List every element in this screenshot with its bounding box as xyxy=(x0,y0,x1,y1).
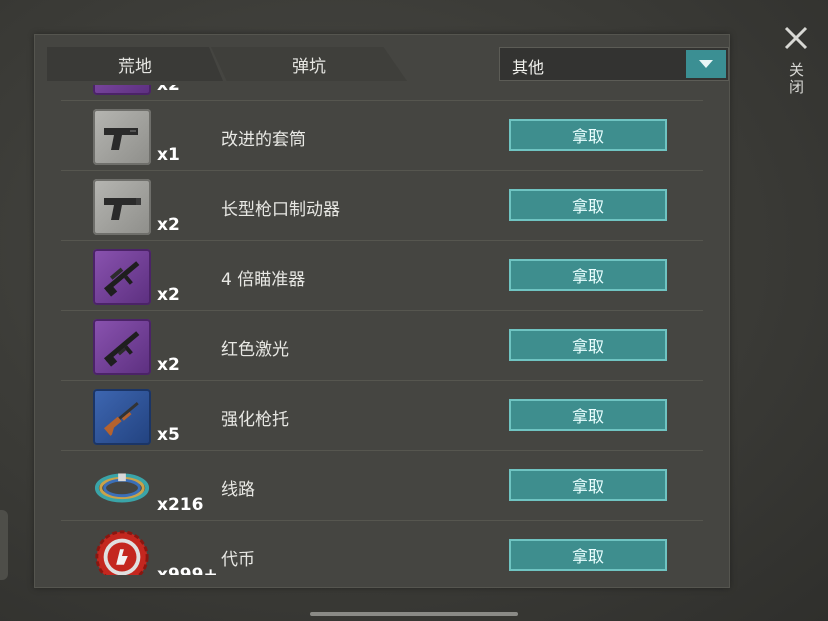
item-thumbnail xyxy=(93,249,151,305)
edge-handle xyxy=(0,510,8,580)
rifle-scope-icon xyxy=(103,261,140,297)
close-icon[interactable] xyxy=(782,24,810,52)
wire-coil-icon xyxy=(94,473,150,503)
list-item: x999+ 代币 拿取 xyxy=(61,521,703,575)
item-name: 长型枪口制动器 xyxy=(221,200,340,220)
item-quantity: x2 xyxy=(157,285,180,305)
list-item: x5 强化枪托 拿取 xyxy=(61,381,703,451)
take-button[interactable]: 拿取 xyxy=(509,399,667,431)
red-laser-rifle-icon xyxy=(103,331,140,367)
list-item: x2 长型枪口制动器 拿取 xyxy=(61,171,703,241)
item-quantity: x2 xyxy=(157,215,180,235)
bottle-cap-token-icon xyxy=(95,530,149,575)
list-item: x2 红色激光 拿取 xyxy=(61,311,703,381)
take-button[interactable]: 拿取 xyxy=(509,329,667,361)
item-quantity: x2 xyxy=(157,355,180,375)
item-name: 线路 xyxy=(221,480,255,500)
item-thumbnail xyxy=(93,179,151,235)
take-button[interactable]: 拿取 xyxy=(509,189,667,221)
category-dropdown[interactable]: 其他 xyxy=(499,47,729,81)
list-item: x2 xyxy=(61,85,703,101)
take-button[interactable]: 拿取 xyxy=(509,119,667,151)
pistol-muzzle-brake-icon xyxy=(104,198,141,220)
item-name: 改进的套筒 xyxy=(221,130,306,150)
home-indicator xyxy=(310,612,518,616)
item-quantity: x2 xyxy=(157,85,180,95)
take-button[interactable]: 拿取 xyxy=(509,259,667,291)
tab-wasteland[interactable]: 荒地 xyxy=(47,47,223,81)
category-dropdown-value: 其他 xyxy=(512,58,545,77)
pistol-slide-icon xyxy=(104,128,138,150)
item-thumbnail xyxy=(93,389,151,445)
tab-bar: 荒地 弹坑 其他 xyxy=(47,47,729,81)
loot-list[interactable]: x2 x1 改进的套筒 拿取 x2 长型枪口制动器 拿取 x2 4 倍瞄准器 拿… xyxy=(61,85,703,575)
chevron-down-icon[interactable] xyxy=(686,50,726,78)
item-quantity: x216 xyxy=(157,495,204,515)
loot-screen: 荒地 弹坑 其他 x2 x1 改进的套筒 拿取 x2 长型枪口制动器 拿取 x2… xyxy=(0,0,828,621)
item-thumbnail xyxy=(93,319,151,375)
item-thumbnail xyxy=(93,459,151,515)
loot-panel: 荒地 弹坑 其他 x2 x1 改进的套筒 拿取 x2 长型枪口制动器 拿取 x2… xyxy=(34,34,730,588)
take-button[interactable]: 拿取 xyxy=(509,469,667,501)
list-item: x1 改进的套筒 拿取 xyxy=(61,101,703,171)
item-quantity: x1 xyxy=(157,145,180,165)
item-thumbnail xyxy=(93,85,151,95)
item-thumbnail xyxy=(93,109,151,165)
item-name: 红色激光 xyxy=(221,340,289,360)
close-label[interactable]: 关闭 xyxy=(786,62,807,96)
item-thumbnail xyxy=(93,529,151,575)
item-quantity: x5 xyxy=(157,425,180,445)
tab-wasteland-label: 荒地 xyxy=(118,56,152,77)
list-item: x2 4 倍瞄准器 拿取 xyxy=(61,241,703,311)
list-item: x216 线路 拿取 xyxy=(61,451,703,521)
item-name: 4 倍瞄准器 xyxy=(221,270,306,290)
item-name: 代币 xyxy=(221,550,255,570)
item-quantity: x999+ xyxy=(157,565,218,575)
shotgun-stock-icon xyxy=(103,401,139,436)
tab-crater[interactable]: 弹坑 xyxy=(211,47,407,81)
tab-crater-label: 弹坑 xyxy=(292,56,326,77)
item-name: 强化枪托 xyxy=(221,410,289,430)
take-button[interactable]: 拿取 xyxy=(509,539,667,571)
